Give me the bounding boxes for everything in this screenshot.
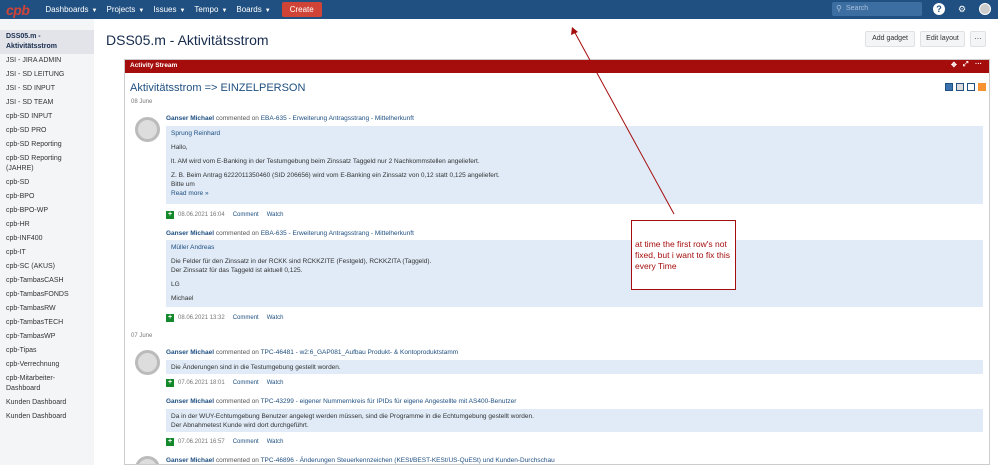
plus-icon[interactable]: + — [166, 379, 174, 387]
date-header: 07 June — [131, 333, 153, 339]
chevron-down-icon: ▼ — [91, 8, 98, 14]
sidebar-item[interactable]: cpb-INF400 — [0, 232, 94, 246]
entry-header: Ganser Michael commented on TPC-46481 - … — [166, 349, 459, 356]
stream-title: Aktivitätsstrom => EINZELPERSON — [130, 82, 306, 94]
avatar[interactable] — [135, 117, 160, 142]
entry-actions: +07.06.2021 16:57 Comment Watch — [166, 438, 284, 446]
sidebar-item[interactable]: JSI - SD INPUT — [0, 82, 94, 96]
edit-layout-button[interactable]: Edit layout — [920, 31, 965, 47]
sidebar-item[interactable]: cpb-SD PRO — [0, 124, 94, 138]
sidebar-item[interactable]: JSI - JIRA ADMIN — [0, 54, 94, 68]
sidebar-item[interactable]: cpb-SD Reporting — [0, 138, 94, 152]
date-header: 08 June — [131, 99, 153, 105]
annotation-note: at time the first row's not fixed, but i… — [631, 220, 736, 290]
page-title: DSS05.m - Aktivitätsstrom — [106, 32, 269, 48]
add-gadget-button[interactable]: Add gadget — [865, 31, 915, 47]
nav-dashboards[interactable]: Dashboards ▼ — [45, 5, 97, 14]
plus-icon[interactable]: + — [166, 211, 174, 219]
list-view-icon[interactable] — [945, 83, 953, 91]
sidebar-item[interactable]: cpb-SD — [0, 176, 94, 190]
sidebar-item[interactable]: cpb-Verrechnung — [0, 358, 94, 372]
nav-tempo[interactable]: Tempo ▼ — [194, 5, 227, 14]
entry-actions: +08.06.2021 16:04 Comment Watch — [166, 211, 284, 219]
nav-boards[interactable]: Boards ▼ — [236, 5, 270, 14]
filter-icon[interactable] — [967, 83, 975, 91]
sidebar-item[interactable]: DSS05.m - Aktivitätsstrom — [0, 30, 94, 54]
user-avatar[interactable] — [979, 3, 991, 15]
gadget-title-bar: Activity Stream ✥ ⤢ ··· — [125, 60, 989, 73]
comment-box: Die Änderungen sind in die Testumgebung … — [166, 360, 983, 374]
activity-stream-gadget: Activity Stream ✥ ⤢ ··· Aktivitätsstrom … — [124, 59, 990, 465]
comment-box: Da in der WUY-Echtumgebung Benutzer ange… — [166, 409, 983, 432]
cpb-logo[interactable]: cpb — [6, 2, 30, 18]
comment-box: Müller Andreas Die Felder für den Zinssa… — [166, 240, 983, 307]
entry-actions: +07.06.2021 18:01 Comment Watch — [166, 379, 284, 387]
read-more-link[interactable]: Read more » — [171, 189, 978, 198]
dashboard-sidebar: DSS05.m - Aktivitätsstrom JSI - JIRA ADMI… — [0, 30, 94, 465]
grid-view-icon[interactable] — [956, 83, 964, 91]
avatar[interactable] — [135, 350, 160, 375]
sidebar-item[interactable]: cpb-SC (AKUS) — [0, 260, 94, 274]
sidebar-item[interactable]: cpb-TambasCASH — [0, 274, 94, 288]
help-icon[interactable]: ? — [933, 3, 945, 15]
rss-icon[interactable] — [978, 83, 986, 91]
sidebar-item[interactable]: cpb-TambasTECH — [0, 316, 94, 330]
avatar[interactable] — [135, 456, 160, 464]
search-input[interactable]: ⚲ Search — [832, 2, 922, 16]
nav-issues[interactable]: Issues ▼ — [153, 5, 185, 14]
top-navigation-bar: cpb Dashboards ▼ Projects ▼ Issues ▼ Tempo ▼… — [0, 0, 998, 19]
gadget-title: Activity Stream — [130, 62, 178, 69]
sidebar-item[interactable]: Kunden Dashboard — [0, 410, 94, 424]
chevron-down-icon: ▼ — [138, 8, 145, 14]
sidebar-item[interactable]: JSI - SD TEAM — [0, 96, 94, 110]
sidebar-item[interactable]: JSI - SD LEITUNG — [0, 68, 94, 82]
chevron-down-icon: ▼ — [179, 8, 186, 14]
main-content: DSS05.m - Aktivitätsstrom Add gadget Edi… — [94, 19, 998, 465]
sidebar-item[interactable]: cpb-Tipas — [0, 344, 94, 358]
chevron-down-icon: ▼ — [221, 8, 228, 14]
comment-box: Sprung Reinhard Hallo, lt. AM wird vom E… — [166, 126, 983, 204]
entry-actions: +08.06.2021 13:32 Comment Watch — [166, 314, 284, 322]
sidebar-item[interactable]: cpb-HR — [0, 218, 94, 232]
sidebar-item[interactable]: cpb-Mitarbeiter-Dashboard — [0, 372, 94, 396]
nav-projects[interactable]: Projects ▼ — [106, 5, 144, 14]
create-button[interactable]: Create — [281, 2, 322, 17]
entry-header: Ganser Michael commented on EBA-635 - Er… — [166, 230, 414, 237]
search-icon: ⚲ — [836, 4, 842, 13]
entry-header: Ganser Michael commented on EBA-635 - Er… — [166, 115, 414, 122]
sidebar-item[interactable]: cpb-TambasRW — [0, 302, 94, 316]
gear-icon[interactable]: ⚙ — [956, 3, 968, 15]
sidebar-item[interactable]: cpb-TambasFONDS — [0, 288, 94, 302]
entry-header: Ganser Michael commented on TPC-46896 - … — [166, 457, 555, 464]
sidebar-item[interactable]: cpb-TambasWP — [0, 330, 94, 344]
sidebar-item[interactable]: cpb-IT — [0, 246, 94, 260]
plus-icon[interactable]: + — [166, 314, 174, 322]
entry-header: Ganser Michael commented on TPC-43299 - … — [166, 398, 517, 405]
chevron-down-icon: ▼ — [264, 8, 271, 14]
sidebar-item[interactable]: Kunden Dashboard — [0, 396, 94, 410]
plus-icon[interactable]: + — [166, 438, 174, 446]
sidebar-item[interactable]: cpb-BPO — [0, 190, 94, 204]
sidebar-item[interactable]: cpb-SD INPUT — [0, 110, 94, 124]
sidebar-item[interactable]: cpb-SD Reporting (JAHRE) — [0, 152, 94, 176]
more-actions-button[interactable]: ··· — [970, 31, 986, 47]
sidebar-item[interactable]: cpb-BPO-WP — [0, 204, 94, 218]
move-icon[interactable]: ✥ — [951, 61, 957, 69]
maximize-icon[interactable]: ⤢ — [963, 61, 969, 69]
gadget-menu-icon[interactable]: ··· — [975, 61, 982, 68]
